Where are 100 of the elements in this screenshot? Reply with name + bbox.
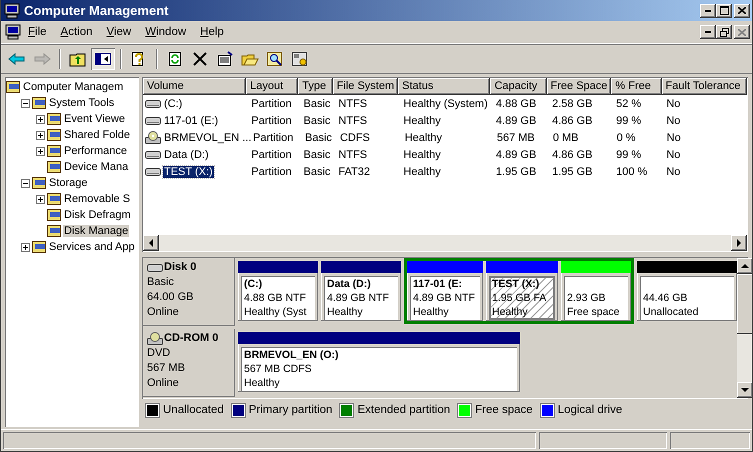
tree-item[interactable]: Disk Defragm [63, 209, 132, 221]
computer-icon [4, 2, 20, 18]
table-cell: CDFS [340, 132, 370, 144]
column-header[interactable]: Free Space [546, 78, 612, 95]
table-cell: Basic [304, 166, 330, 178]
disk-info-panel[interactable]: CD-ROM 0 DVD 567 MB Online [143, 329, 235, 397]
partition-status: Healthy [244, 376, 281, 390]
expand-toggle[interactable] [36, 194, 45, 204]
disk-type: Basic [147, 275, 175, 290]
disk-status: Online [147, 376, 180, 391]
partition-block[interactable]: Data (D:) 4.89 GB NTF Healthy [324, 276, 398, 320]
disk-info-panel[interactable]: Disk 0 Basic 64.00 GB Online [143, 258, 235, 326]
drive-icon [145, 150, 161, 158]
table-cell: Healthy [403, 166, 441, 178]
column-header[interactable]: Fault Tolerance [662, 78, 747, 95]
collapse-toggle[interactable] [21, 178, 30, 188]
disk-name: CD-ROM 0 [164, 331, 218, 346]
drive-icon [147, 264, 163, 272]
tree-item[interactable]: Performance [63, 145, 128, 157]
delete-icon [191, 51, 209, 67]
minimize-button[interactable] [700, 4, 716, 18]
minimize-icon [705, 10, 711, 12]
close-button[interactable] [734, 4, 750, 18]
tree-item[interactable]: Disk Manage [63, 225, 130, 237]
folder-up-icon [69, 51, 87, 67]
partition-block[interactable]: 117-01 (E: 4.89 GB NTF Healthy [410, 276, 480, 320]
partition-block[interactable]: 2.93 GB Free space [564, 276, 628, 320]
close-icon [738, 28, 746, 36]
expand-toggle[interactable] [36, 146, 45, 156]
horizontal-scrollbar[interactable] [143, 235, 747, 251]
menu-item[interactable]: File [21, 26, 54, 38]
tree-item[interactable]: Removable S [63, 193, 132, 205]
partition-block[interactable]: (C:) 4.88 GB NTF Healthy (Syst [241, 276, 315, 320]
table-cell: NTFS [338, 114, 368, 126]
menu-item[interactable]: View [100, 26, 138, 38]
table-cell[interactable]: TEST (X:) [163, 166, 214, 178]
column-header[interactable]: Status [398, 78, 490, 95]
partition-status: Healthy [492, 305, 529, 319]
tree-item[interactable]: Device Mana [63, 161, 130, 173]
legend-label: Logical drive [558, 404, 622, 416]
tree-node-icon [32, 97, 46, 109]
partition-status: Healthy (Syst [244, 305, 308, 319]
table-cell: Basic [304, 98, 330, 110]
panel-toggle-icon [94, 51, 112, 67]
table-cell: 567 MB [496, 132, 535, 144]
tree-node-icon [47, 145, 61, 157]
menu-item[interactable]: Action [54, 26, 100, 38]
forward-arrow-icon [33, 51, 51, 67]
column-header[interactable]: % Free [611, 78, 662, 95]
collapse-toggle[interactable] [21, 98, 30, 108]
partition-status: Healthy [413, 305, 450, 319]
partition-size: 567 MB CDFS [244, 362, 313, 376]
table-cell: Partition [251, 166, 292, 178]
table-cell: Basic [304, 114, 330, 126]
table-cell: 4.88 GB [496, 98, 536, 110]
vertical-scrollbar[interactable] [737, 258, 752, 398]
partition-name: TEST (X:) [492, 277, 540, 291]
tree-item[interactable]: Event Viewe [63, 113, 126, 125]
table-cell: 52 % [616, 98, 642, 110]
partition-size: 4.88 GB NTF [244, 291, 307, 305]
tree-item[interactable]: Storage [48, 177, 89, 189]
window-title: Computer Management [24, 3, 170, 18]
menu-item[interactable]: Window [138, 26, 194, 38]
partition-block[interactable]: 44.46 GB Unallocated [640, 276, 734, 320]
close-icon [738, 7, 746, 14]
table-cell: 4.86 GB [552, 148, 592, 160]
table-cell: 99 % [616, 148, 642, 160]
maximize-button[interactable] [716, 4, 732, 18]
restore-button[interactable] [716, 25, 732, 39]
table-cell[interactable]: Data (D:) [163, 148, 210, 160]
table-cell[interactable]: BRMEVOL_EN ... [163, 132, 252, 144]
expand-toggle[interactable] [36, 114, 45, 124]
expand-toggle[interactable] [21, 242, 30, 252]
disk-name: Disk 0 [164, 260, 196, 275]
tree-item[interactable]: Services and App [48, 241, 136, 253]
table-cell[interactable]: 117-01 (E:) [163, 114, 220, 126]
menu-item[interactable]: Help [193, 26, 231, 38]
column-header[interactable]: Capacity [490, 78, 547, 95]
toolbar-button[interactable] [91, 48, 115, 70]
table-cell[interactable]: (C:) [163, 98, 184, 110]
partition-size: 1.95 GB FA [492, 291, 548, 305]
tree-node-icon [47, 209, 61, 221]
column-header[interactable]: Layout [246, 78, 298, 95]
left-arrow-icon [149, 239, 153, 247]
column-header[interactable]: Volume [143, 78, 246, 95]
partition-status: Free space [567, 305, 621, 319]
minimize-button[interactable] [700, 25, 716, 39]
expand-toggle[interactable] [36, 130, 45, 140]
partition-block[interactable]: TEST (X:) 1.95 GB FA Healthy [489, 276, 555, 320]
refresh-icon [166, 51, 184, 67]
column-header[interactable]: Type [298, 78, 333, 95]
tree-item[interactable]: System Tools [48, 97, 116, 109]
column-header[interactable]: File System [332, 78, 398, 95]
partition-block[interactable]: BRMEVOL_EN (O:) 567 MB CDFS Healthy [241, 347, 517, 391]
table-cell: 2.58 GB [552, 98, 592, 110]
tree-item[interactable]: Computer Managem [22, 81, 124, 93]
table-cell: 100 % [616, 166, 648, 178]
table-cell: No [666, 166, 680, 178]
back-arrow-icon [8, 51, 26, 67]
tree-item[interactable]: Shared Folde [63, 129, 132, 141]
